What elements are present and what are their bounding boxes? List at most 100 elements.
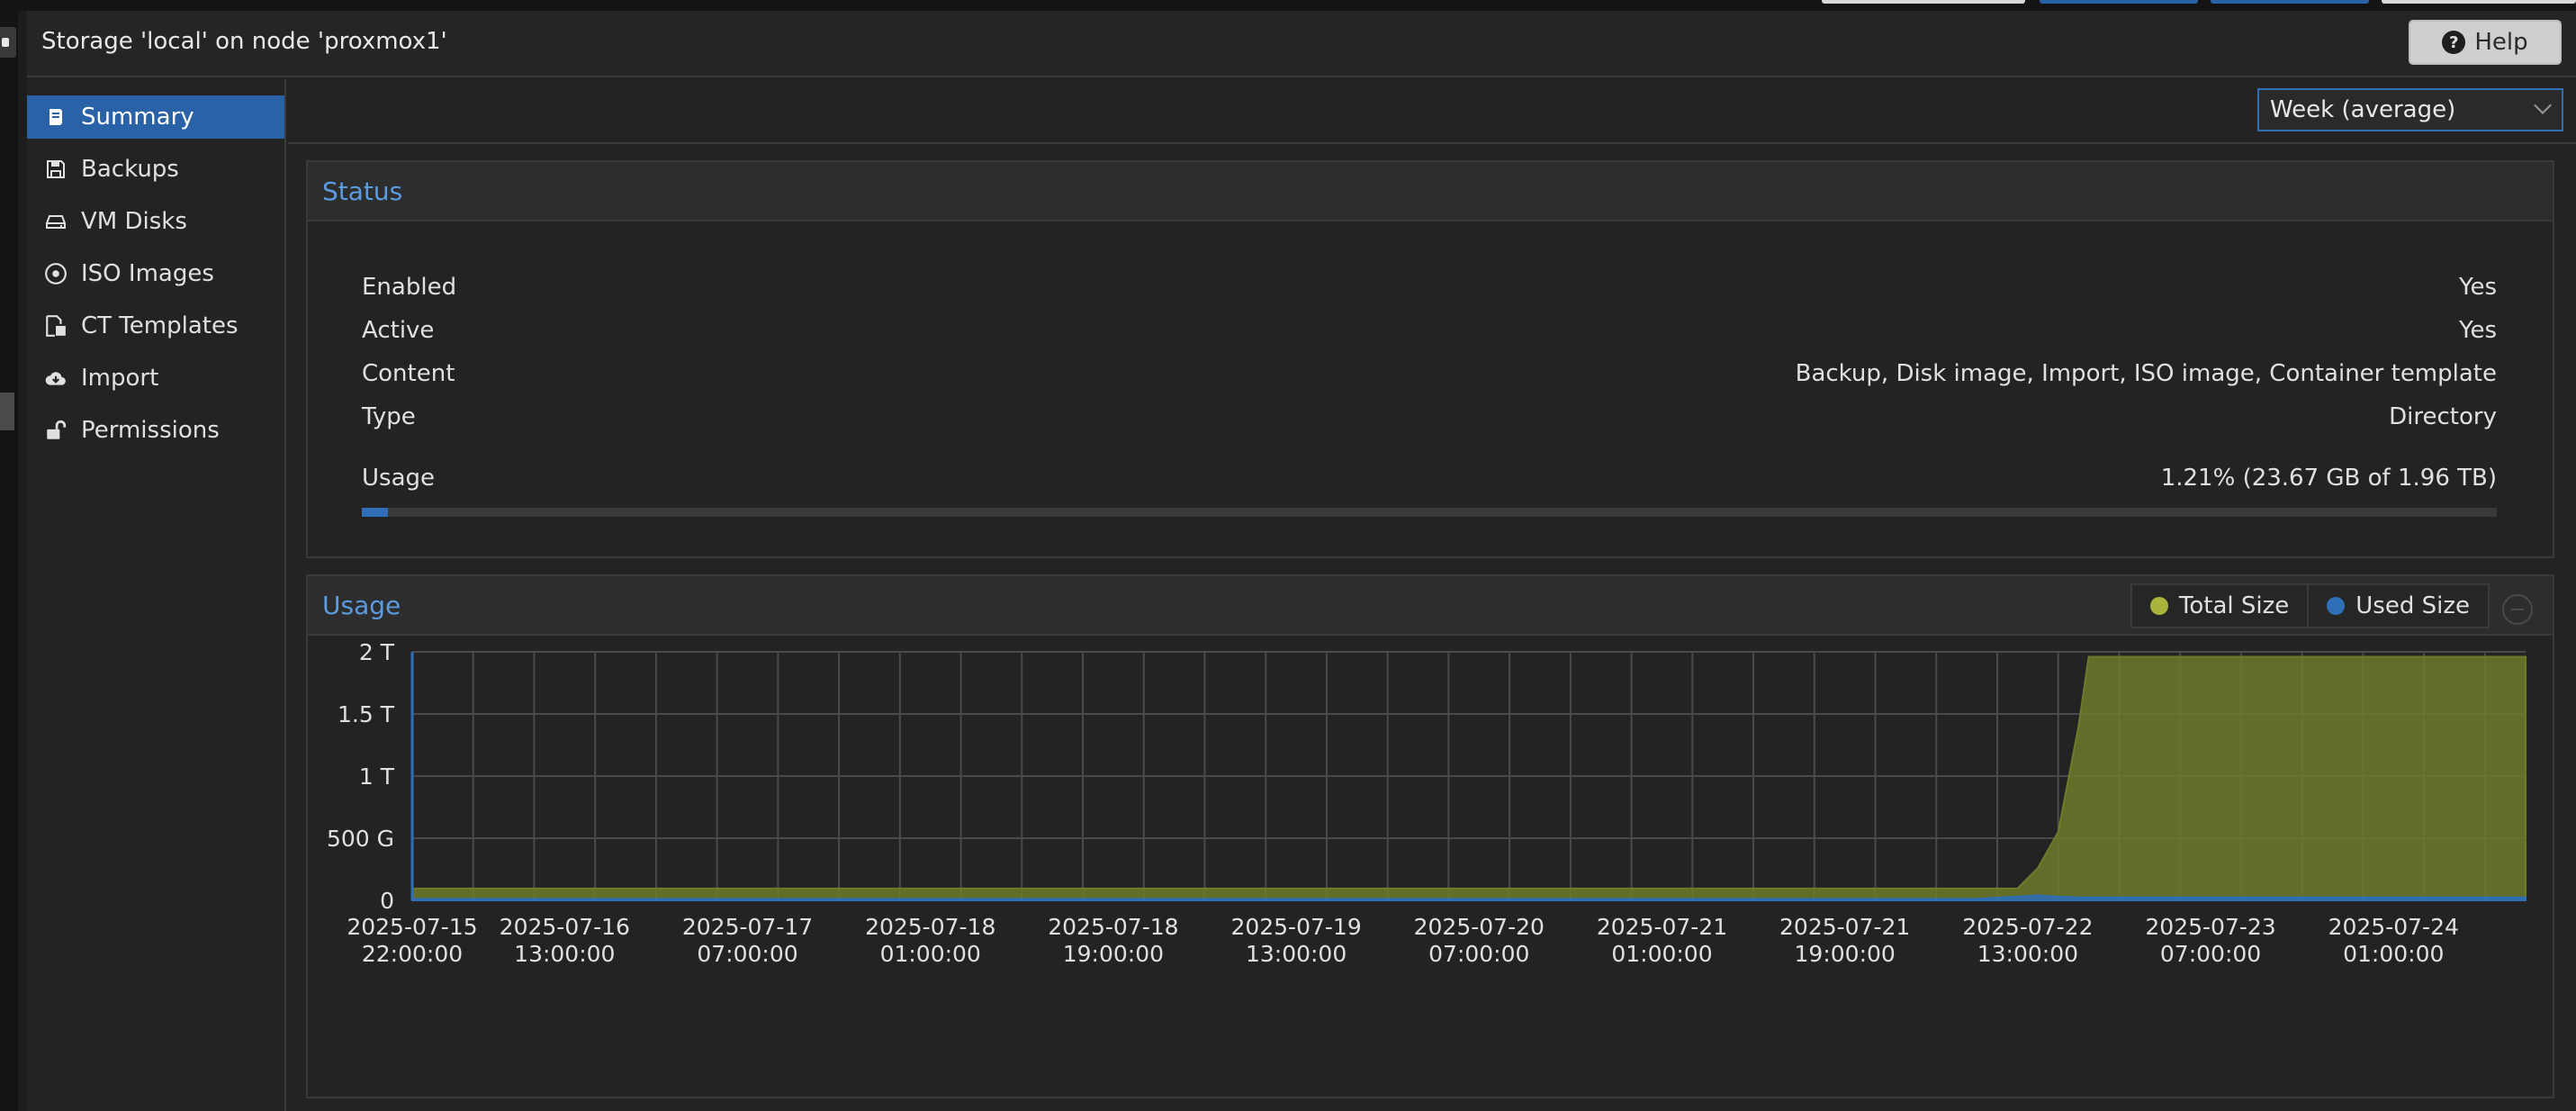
nav-item-label: CT Templates <box>81 312 239 339</box>
legend-item-used-size[interactable]: Used Size <box>2307 585 2488 627</box>
usage-title: Usage <box>322 591 401 620</box>
status-header: Status <box>308 162 2553 221</box>
usage-chart: 0 500 G 1 T 1.5 T 2 T 2025-07-1522:00:00 2025-… <box>327 639 2526 967</box>
storage-panel: Storage 'local' on node 'proxmox1' ? Hel… <box>27 11 2576 1111</box>
help-label: Help <box>2474 29 2528 56</box>
nav-item-label: Summary <box>81 104 194 131</box>
usage-header: Usage Total Size Used Size <box>308 576 2553 636</box>
status-panel: Status Enabled Yes Active Yes Content Ba… <box>306 160 2554 558</box>
tree-scroll-marker[interactable] <box>0 393 14 430</box>
x-tick-label-time: 07:00:00 <box>2160 941 2261 967</box>
nav-item-ct-templates[interactable]: CT Templates <box>27 304 284 348</box>
x-tick-label-time: 07:00:00 <box>1428 941 1529 967</box>
y-tick-label: 1 T <box>359 763 395 790</box>
x-tick-label-date: 2025-07-18 <box>865 914 995 940</box>
nav-item-label: ISO Images <box>81 260 214 287</box>
status-row-usage: Usage 1.21% (23.67 GB of 1.96 TB) <box>362 465 2497 497</box>
legend-swatch <box>2149 597 2168 615</box>
x-tick-label-date: 2025-07-17 <box>682 914 813 940</box>
nav-item-label: Import <box>81 365 159 392</box>
nav-item-permissions[interactable]: Permissions <box>27 409 284 452</box>
nav-item-import[interactable]: Import <box>27 357 284 400</box>
x-tick-label-date: 2025-07-24 <box>2328 914 2459 940</box>
status-row-enabled: Enabled Yes <box>362 274 2497 306</box>
hdd-icon <box>43 209 68 234</box>
y-tick-label: 0 <box>380 888 394 914</box>
status-key: Usage <box>362 465 436 492</box>
x-tick-label-time: 01:00:00 <box>880 941 981 967</box>
status-title: Status <box>322 176 403 206</box>
toolbar-button-edge[interactable] <box>1822 0 2025 4</box>
x-tick-label-date: 2025-07-21 <box>1597 914 1727 940</box>
legend-swatch <box>2327 597 2346 615</box>
nav-item-iso-images[interactable]: ISO Images <box>27 252 284 295</box>
usage-chart-panel: Usage Total Size Used Size 0 500 G1 T 1.5 <box>306 574 2554 1098</box>
y-tick-label: 500 G <box>327 826 394 852</box>
status-key: Enabled <box>362 274 457 301</box>
timeframe-toolbar: Week (average) <box>288 79 2576 144</box>
book-icon <box>43 104 68 130</box>
legend-label: Used Size <box>2355 592 2470 619</box>
usage-progress-bar <box>362 508 2497 517</box>
top-toolbar-strip <box>0 0 2576 11</box>
legend-item-total-size[interactable]: Total Size <box>2132 585 2307 627</box>
y-tick-label: 2 T <box>359 639 395 665</box>
x-tick-label-date: 2025-07-22 <box>1962 914 2093 940</box>
x-tick-label-time: 19:00:00 <box>1063 941 1164 967</box>
status-row-content: Content Backup, Disk image, Import, ISO … <box>362 360 2497 393</box>
nav-item-label: VM Disks <box>81 208 187 235</box>
toolbar-button-edge[interactable] <box>2040 0 2198 4</box>
nav-item-label: Backups <box>81 156 179 183</box>
legend-label: Total Size <box>2178 592 2290 619</box>
chevron-down-icon <box>2534 96 2552 114</box>
toolbar-button-edge[interactable] <box>2211 0 2369 4</box>
status-value: 1.21% (23.67 GB of 1.96 TB) <box>2160 465 2497 492</box>
y-tick-label: 1.5 T <box>338 701 395 727</box>
floppy-icon <box>43 157 68 182</box>
help-button[interactable]: ? Help <box>2409 20 2562 65</box>
panel-title: Storage 'local' on node 'proxmox1' <box>41 28 447 55</box>
status-value: Yes <box>2459 274 2497 301</box>
usage-progress-fill <box>362 508 388 517</box>
gear-icon[interactable] <box>0 27 16 58</box>
file-cube-icon <box>43 313 68 339</box>
summary-content: Week (average) Status Enabled Yes Active… <box>288 79 2576 1111</box>
cloud-download-icon <box>43 366 68 391</box>
nav-item-backups[interactable]: Backups <box>27 148 284 191</box>
status-value: Directory <box>2389 403 2497 430</box>
status-key: Type <box>362 403 416 430</box>
x-tick-label-time: 01:00:00 <box>2343 941 2444 967</box>
x-tick-label-date: 2025-07-15 <box>347 914 477 940</box>
timeframe-select[interactable]: Week (average) <box>2257 88 2563 131</box>
question-icon: ? <box>2442 31 2466 54</box>
x-tick-label-date: 2025-07-20 <box>1414 914 1545 940</box>
collapse-icon[interactable] <box>2502 594 2533 625</box>
x-tick-label-time: 01:00:00 <box>1611 941 1712 967</box>
resource-tree-edge <box>0 11 18 1111</box>
x-tick-label-time: 07:00:00 <box>697 941 797 967</box>
chart-legend: Total Size Used Size <box>2130 583 2490 628</box>
x-tick-label-time: 22:00:00 <box>362 941 463 967</box>
storage-nav: Summary Backups VM Disks ISO Images CT T… <box>27 79 286 1111</box>
x-tick-label-date: 2025-07-21 <box>1779 914 1910 940</box>
nav-item-vm-disks[interactable]: VM Disks <box>27 200 284 243</box>
x-tick-label-time: 13:00:00 <box>514 941 615 967</box>
x-tick-label-date: 2025-07-18 <box>1048 914 1178 940</box>
x-tick-label-date: 2025-07-16 <box>500 914 630 940</box>
series-area-total-size <box>411 655 2526 901</box>
x-tick-label-time: 13:00:00 <box>1977 941 2078 967</box>
x-tick-label-time: 19:00:00 <box>1795 941 1896 967</box>
x-tick-label-date: 2025-07-23 <box>2145 914 2275 940</box>
status-value: Backup, Disk image, Import, ISO image, C… <box>1795 360 2497 387</box>
status-value: Yes <box>2459 317 2497 344</box>
nav-item-summary[interactable]: Summary <box>27 95 284 139</box>
unlock-icon <box>43 418 68 443</box>
status-key: Active <box>362 317 435 344</box>
nav-item-label: Permissions <box>81 417 220 444</box>
toolbar-button-edge[interactable] <box>2382 0 2576 4</box>
status-key: Content <box>362 360 455 387</box>
panel-header: Storage 'local' on node 'proxmox1' ? Hel… <box>27 11 2576 77</box>
x-tick-label-date: 2025-07-19 <box>1230 914 1361 940</box>
app-window: Storage 'local' on node 'proxmox1' ? Hel… <box>0 0 2576 1111</box>
x-tick-label-time: 13:00:00 <box>1246 941 1347 967</box>
